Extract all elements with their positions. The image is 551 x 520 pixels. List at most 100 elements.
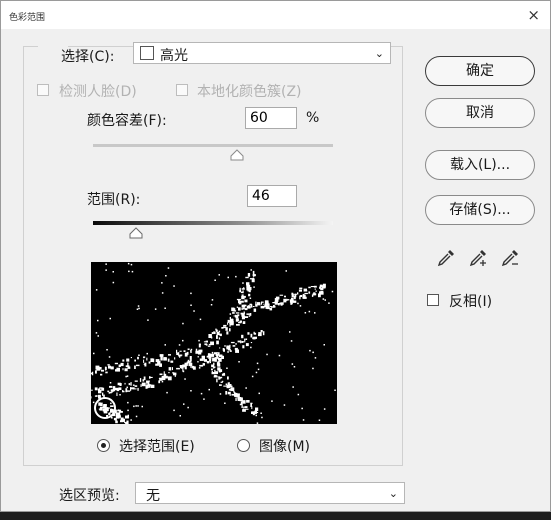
ok-button[interactable]: 确定 — [425, 56, 535, 86]
mask-speck — [100, 373, 103, 376]
mask-speck — [159, 363, 162, 367]
mask-speck — [190, 390, 192, 392]
save-button[interactable]: 存储(S)... — [425, 195, 535, 225]
color-range-dialog: 色彩范围 × 选择(C): 高光 ⌄ 检测人脸(D) 本地化颜色簇(Z) 颜色容… — [0, 0, 551, 512]
mask-speck — [256, 422, 259, 424]
mask-speck — [241, 334, 244, 339]
mask-speck — [91, 396, 92, 399]
mask-speck — [244, 406, 248, 409]
mask-speck — [100, 402, 103, 406]
load-button[interactable]: 载入(L)... — [425, 150, 535, 180]
mask-speck — [234, 393, 237, 396]
mask-speck — [249, 303, 252, 306]
mask-speck — [227, 319, 230, 323]
mask-speck — [230, 387, 235, 392]
detect-faces-checkbox[interactable] — [37, 84, 49, 96]
mask-speck — [223, 348, 225, 352]
mask-speck — [216, 332, 220, 336]
mask-speck — [92, 371, 94, 376]
mask-speck — [237, 340, 241, 343]
mask-speck — [221, 327, 224, 329]
mask-speck — [167, 376, 172, 381]
mask-speck — [235, 275, 237, 278]
mask-speck — [290, 340, 293, 342]
mask-speck — [137, 405, 139, 407]
mask-speck — [255, 371, 258, 374]
mask-speck — [198, 367, 201, 369]
mask-speck — [283, 298, 287, 303]
mask-speck — [148, 361, 151, 364]
mask-speck — [124, 382, 126, 385]
mask-speck — [304, 292, 308, 295]
mask-speck — [219, 347, 221, 349]
range-slider-thumb[interactable] — [129, 227, 143, 239]
mask-speck — [146, 352, 148, 355]
mask-speck — [201, 355, 205, 360]
select-value: 高光 — [160, 48, 188, 64]
selection-preview-dropdown[interactable]: 无 ⌄ — [135, 482, 405, 504]
mask-speck — [216, 355, 219, 359]
mask-speck — [241, 294, 244, 296]
image-radio[interactable] — [237, 439, 250, 452]
mask-speck — [263, 303, 265, 305]
cancel-button[interactable]: 取消 — [425, 98, 535, 128]
mask-speck — [241, 295, 245, 300]
mask-speck — [104, 366, 107, 371]
mask-speck — [107, 364, 110, 366]
mask-speck — [173, 372, 177, 376]
range-input[interactable] — [247, 185, 297, 207]
mask-speck — [243, 304, 247, 307]
mask-speck — [120, 417, 124, 422]
mask-speck — [252, 270, 255, 274]
range-slider-track[interactable] — [93, 221, 333, 225]
fuzziness-slider-thumb[interactable] — [230, 149, 244, 161]
mask-speck — [235, 397, 237, 401]
eyedropper-plus-icon[interactable] — [467, 247, 489, 269]
mask-speck — [133, 405, 135, 408]
localized-clusters-checkbox[interactable] — [176, 84, 188, 96]
mask-speck — [146, 384, 149, 389]
mask-speck — [211, 332, 214, 335]
mask-speck — [206, 360, 210, 364]
mask-speck — [95, 370, 97, 374]
mask-speck — [256, 362, 259, 365]
mask-speck — [203, 398, 205, 400]
select-dropdown[interactable]: 高光 ⌄ — [133, 42, 391, 64]
mask-speck — [245, 338, 248, 340]
fuzziness-slider-track[interactable] — [93, 144, 333, 147]
mask-speck — [167, 358, 170, 362]
mask-speck — [315, 290, 317, 292]
selection-radio[interactable] — [97, 439, 110, 452]
mask-speck — [232, 345, 236, 347]
mask-speck — [225, 327, 228, 331]
mask-speck — [125, 365, 130, 368]
mask-speck — [308, 286, 311, 289]
mask-speck — [258, 332, 262, 337]
mask-speck — [322, 298, 325, 300]
mask-speck — [301, 407, 303, 410]
mask-speck — [250, 306, 253, 308]
mask-speck — [167, 267, 170, 269]
fuzziness-input[interactable] — [245, 107, 297, 129]
mask-speck — [172, 367, 173, 371]
mask-preview[interactable] — [91, 262, 337, 424]
mask-speck — [233, 315, 235, 317]
mask-speck — [314, 312, 316, 314]
mask-speck — [232, 312, 235, 314]
mask-speck — [258, 392, 260, 395]
mask-speck — [229, 385, 233, 388]
mask-speck — [136, 364, 140, 367]
mask-speck — [251, 405, 253, 410]
eyedropper-icon[interactable] — [435, 247, 457, 269]
mask-speck — [248, 315, 251, 317]
invert-checkbox[interactable] — [427, 294, 439, 306]
mask-speck — [249, 278, 253, 280]
mask-speck — [304, 312, 307, 314]
close-icon[interactable]: × — [527, 6, 540, 24]
mask-speck — [140, 384, 142, 387]
mask-speck — [314, 288, 316, 290]
eyedropper-minus-icon[interactable] — [499, 247, 521, 269]
mask-speck — [119, 394, 121, 396]
mask-speck — [117, 416, 119, 418]
mask-speck — [115, 420, 118, 424]
